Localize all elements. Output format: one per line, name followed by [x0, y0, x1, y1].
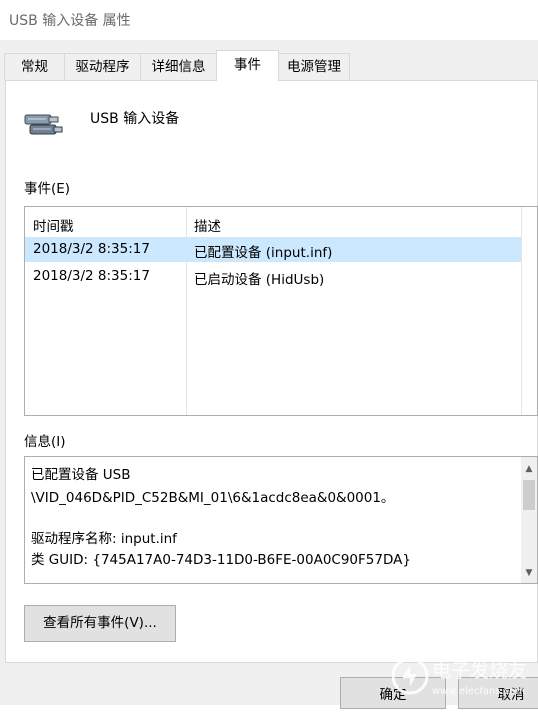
- info-line: \VID_046D&PID_C52B&MI_01\6&1acdc8ea&0&00…: [31, 490, 395, 506]
- event-timestamp: 2018/3/2 8:35:17: [33, 268, 150, 284]
- events-list[interactable]: 时间戳 描述 2018/3/2 8:35:17 已配置设备 (input.inf…: [24, 206, 538, 416]
- info-scrollbar[interactable]: ▲ ▼: [521, 457, 537, 583]
- tab-events[interactable]: 事件: [216, 50, 279, 81]
- info-textbox[interactable]: 已配置设备 USB \VID_046D&PID_C52B&MI_01\6&1ac…: [24, 456, 538, 584]
- tab-label: 事件: [234, 57, 261, 73]
- tab-label: 电源管理: [287, 59, 341, 75]
- tab-label: 详细信息: [151, 59, 206, 75]
- usb-device-icon: [24, 114, 63, 135]
- event-row[interactable]: 2018/3/2 8:35:17 已配置设备 (input.inf): [25, 237, 521, 262]
- watermark-text: 电子发烧友: [432, 660, 527, 682]
- window-title: USB 输入设备 属性: [9, 13, 131, 29]
- event-timestamp: 2018/3/2 8:35:17: [33, 241, 150, 257]
- tab-details[interactable]: 详细信息: [140, 53, 217, 80]
- device-name: USB 输入设备: [90, 111, 180, 127]
- tab-driver[interactable]: 驱动程序: [64, 53, 141, 80]
- event-description: 已启动设备 (HidUsb): [194, 272, 325, 288]
- info-line: 已配置设备 USB: [31, 467, 131, 483]
- info-line: 驱动程序名称: input.inf: [31, 531, 177, 547]
- watermark-url: www.elecfans.com: [432, 686, 525, 697]
- title-bar: USB 输入设备 属性: [0, 0, 538, 40]
- info-label: 信息(I): [24, 434, 66, 450]
- elecfans-watermark-logo: 电子发烧友 www.elecfans.com: [392, 657, 527, 697]
- event-row[interactable]: 2018/3/2 8:35:17 已启动设备 (HidUsb): [25, 264, 521, 289]
- tab-general[interactable]: 常规: [4, 53, 65, 80]
- scroll-down-icon[interactable]: ▼: [521, 565, 537, 581]
- scroll-thumb[interactable]: [523, 480, 535, 510]
- view-all-events-button[interactable]: 查看所有事件(V)...: [24, 605, 176, 642]
- column-header-description[interactable]: 描述: [194, 215, 221, 235]
- column-divider[interactable]: [521, 207, 522, 415]
- event-description: 已配置设备 (input.inf): [194, 245, 333, 261]
- column-header-timestamp[interactable]: 时间戳: [33, 215, 74, 235]
- tab-label: 驱动程序: [75, 59, 130, 75]
- tab-power-management[interactable]: 电源管理: [278, 53, 350, 80]
- scroll-up-icon[interactable]: ▲: [521, 461, 537, 477]
- tab-label: 常规: [21, 59, 48, 75]
- events-label: 事件(E): [24, 181, 71, 197]
- info-line: 类 GUID: {745A17A0-74D3-11D0-B6FE-00A0C90…: [31, 552, 411, 568]
